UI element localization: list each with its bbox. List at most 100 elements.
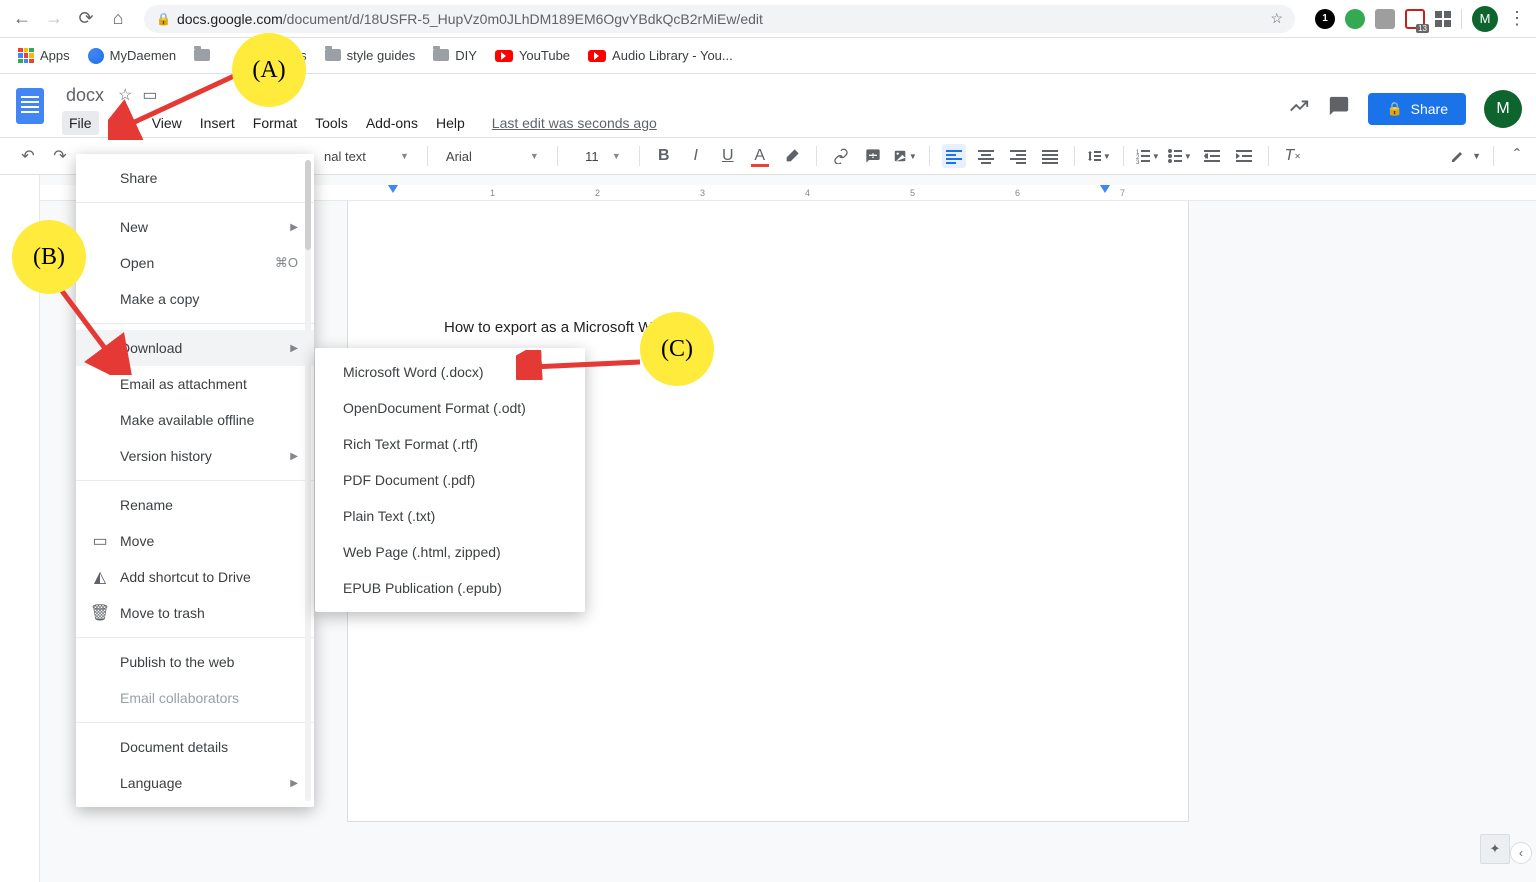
line-spacing-button[interactable]: ▼	[1087, 144, 1111, 168]
ext-menu[interactable]	[1435, 11, 1451, 27]
left-margin-marker[interactable]	[388, 185, 398, 193]
align-right-button[interactable]	[1006, 144, 1030, 168]
home-button[interactable]: ⌂	[106, 7, 130, 31]
menu-label: New	[120, 219, 148, 235]
share-button[interactable]: 🔒 Share	[1368, 93, 1466, 125]
drive-icon: ◭	[90, 567, 110, 587]
ext-green[interactable]	[1345, 9, 1365, 29]
highlight-button[interactable]	[780, 144, 804, 168]
menu-addons[interactable]: Add-ons	[359, 111, 425, 135]
forward-button[interactable]: →	[42, 7, 66, 31]
underline-button[interactable]: U	[716, 144, 740, 168]
submenu-item-rtf[interactable]: Rich Text Format (.rtf)	[315, 426, 585, 462]
document-title[interactable]: docx	[62, 83, 108, 108]
menu-tools[interactable]: Tools	[308, 111, 355, 135]
bullet-list-button[interactable]: ▼	[1168, 144, 1192, 168]
menu-item-publish[interactable]: Publish to the web	[76, 644, 314, 680]
submenu-item-html[interactable]: Web Page (.html, zipped)	[315, 534, 585, 570]
submenu-item-epub[interactable]: EPUB Publication (.epub)	[315, 570, 585, 606]
font-select[interactable]: Arial ▼	[440, 149, 545, 164]
undo-button[interactable]: ↶	[16, 144, 40, 168]
hide-menus-button[interactable]: ˆ	[1514, 146, 1520, 167]
ext-ublock[interactable]	[1405, 9, 1425, 29]
right-margin-marker[interactable]	[1100, 185, 1110, 193]
menu-item-make-copy[interactable]: Make a copy	[76, 281, 314, 317]
address-bar[interactable]: 🔒 docs.google.com/document/d/18USFR-5_Hu…	[144, 5, 1295, 33]
align-center-button[interactable]	[974, 144, 998, 168]
folder-move-icon: ▭	[90, 531, 110, 551]
redo-button[interactable]: ↷	[48, 144, 72, 168]
docs-home-button[interactable]	[10, 82, 50, 130]
separator	[1268, 146, 1269, 166]
submenu-item-odt[interactable]: OpenDocument Format (.odt)	[315, 390, 585, 426]
menu-file[interactable]: File	[62, 111, 99, 135]
folder-icon	[325, 49, 341, 61]
link-button[interactable]	[829, 144, 853, 168]
bookmark-youtube[interactable]: YouTube	[495, 48, 570, 63]
menu-item-email-attachment[interactable]: Email as attachment	[76, 366, 314, 402]
submenu-label: OpenDocument Format (.odt)	[343, 400, 526, 416]
ext-circle-1[interactable]: 1	[1315, 9, 1335, 29]
comment-button[interactable]	[861, 144, 885, 168]
bookmark-mydaemen[interactable]: MyDaemen	[88, 48, 176, 64]
annotation-label: (A)	[252, 57, 285, 84]
youtube-icon	[495, 50, 513, 62]
bookmark-diy[interactable]: DIY	[433, 48, 477, 63]
star-icon[interactable]: ☆	[1270, 10, 1283, 27]
submenu-item-docx[interactable]: Microsoft Word (.docx)	[315, 354, 585, 390]
menu-separator	[76, 202, 314, 203]
menu-item-move[interactable]: ▭Move	[76, 523, 314, 559]
bold-button[interactable]: B	[652, 144, 676, 168]
back-button[interactable]: ←	[10, 7, 34, 31]
explore-button[interactable]: ✦	[1480, 834, 1510, 864]
last-edit-link[interactable]: Last edit was seconds ago	[492, 115, 657, 131]
menu-format[interactable]: Format	[246, 111, 304, 135]
image-button[interactable]: ▼	[893, 144, 917, 168]
profile-avatar[interactable]: M	[1472, 6, 1498, 32]
menu-help[interactable]: Help	[429, 111, 472, 135]
menu-item-trash[interactable]: 🗑Move to trash	[76, 595, 314, 631]
fontsize-select[interactable]: 11 ▼	[570, 149, 627, 164]
menu-item-open[interactable]: Open⌘O	[76, 245, 314, 281]
menu-item-language[interactable]: Language▶	[76, 765, 314, 801]
menu-item-version-history[interactable]: Version history▶	[76, 438, 314, 474]
menu-item-share[interactable]: Share	[76, 160, 314, 196]
numbered-list-button[interactable]: 123▼	[1136, 144, 1160, 168]
ext-grey[interactable]	[1375, 9, 1395, 29]
indent-decrease-button[interactable]	[1200, 144, 1224, 168]
reload-button[interactable]: ⟳	[74, 7, 98, 31]
menu-edit[interactable]: Edit	[103, 111, 141, 135]
side-panel-toggle[interactable]: ‹	[1510, 842, 1532, 864]
menu-item-offline[interactable]: Make available offline	[76, 402, 314, 438]
separator	[1123, 146, 1124, 166]
text-color-button[interactable]: A	[748, 144, 772, 168]
align-left-button[interactable]	[942, 144, 966, 168]
menu-item-new[interactable]: New▶	[76, 209, 314, 245]
chrome-menu[interactable]: ⋮	[1508, 8, 1526, 29]
menu-view[interactable]: View	[145, 111, 189, 135]
bookmark-styleguides[interactable]: style guides	[325, 48, 416, 63]
bookmark-folder-hidden[interactable]	[194, 50, 210, 62]
menu-item-add-shortcut[interactable]: ◭Add shortcut to Drive	[76, 559, 314, 595]
align-justify-button[interactable]	[1038, 144, 1062, 168]
apps-shortcut[interactable]: Apps	[18, 48, 70, 64]
comments-icon[interactable]	[1328, 95, 1350, 123]
submenu-item-pdf[interactable]: PDF Document (.pdf)	[315, 462, 585, 498]
submenu-item-txt[interactable]: Plain Text (.txt)	[315, 498, 585, 534]
move-icon[interactable]: ▭	[142, 85, 157, 105]
menu-item-doc-details[interactable]: Document details	[76, 729, 314, 765]
star-icon[interactable]: ☆	[118, 85, 132, 105]
account-avatar[interactable]: M	[1484, 90, 1522, 128]
menu-item-download[interactable]: Download▶	[76, 330, 314, 366]
indent-increase-button[interactable]	[1232, 144, 1256, 168]
editing-mode-button[interactable]: ▼	[1450, 148, 1481, 164]
menu-separator	[76, 637, 314, 638]
styles-select[interactable]: nal text ▼	[318, 149, 415, 164]
activity-icon[interactable]	[1288, 95, 1310, 123]
italic-button[interactable]: I	[684, 144, 708, 168]
menu-insert[interactable]: Insert	[193, 111, 242, 135]
bookmark-audiolibrary[interactable]: Audio Library - You...	[588, 48, 733, 63]
menu-item-rename[interactable]: Rename	[76, 487, 314, 523]
menu-label: Download	[120, 340, 182, 356]
clear-format-button[interactable]: T✕	[1281, 144, 1305, 168]
